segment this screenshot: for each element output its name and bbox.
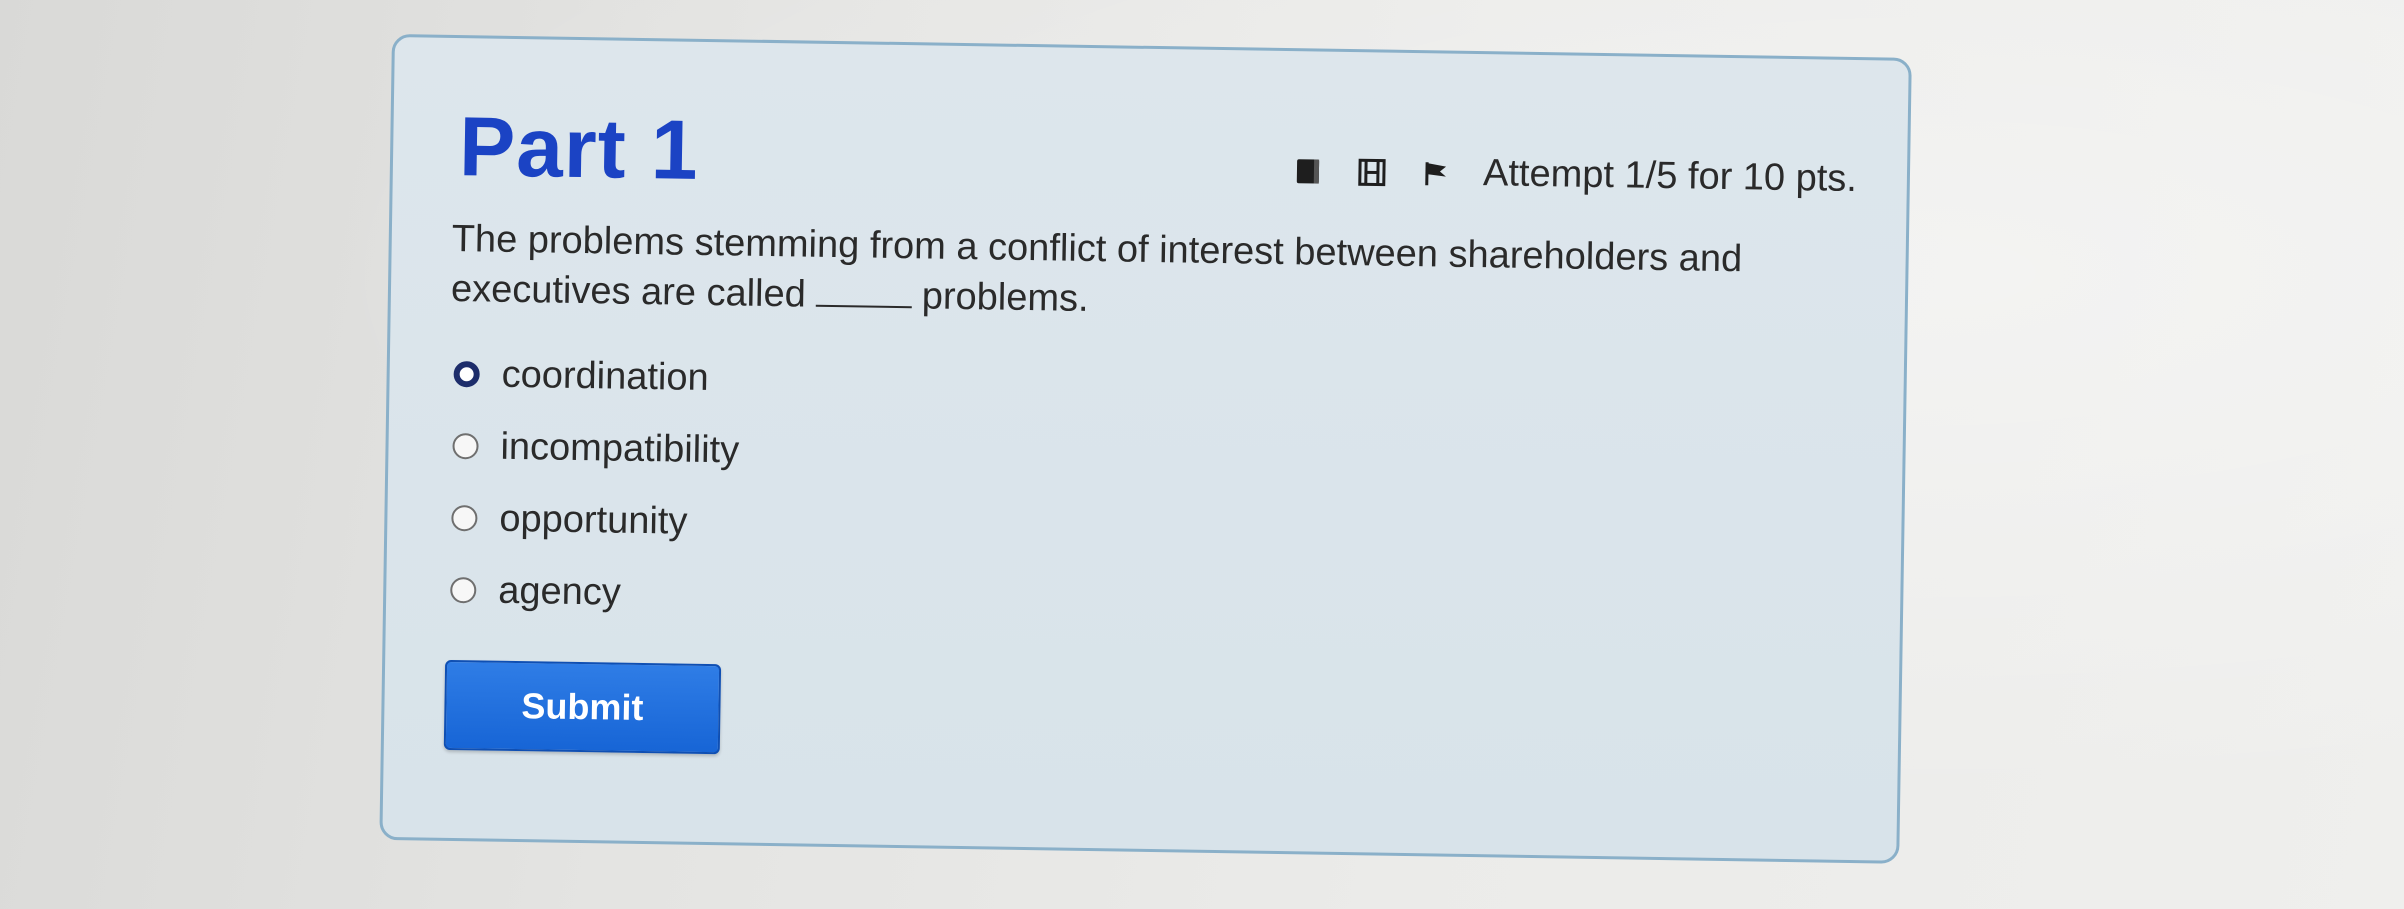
- option-label: opportunity: [499, 497, 688, 543]
- radio-button[interactable]: [453, 361, 480, 388]
- option-incompatibility[interactable]: incompatibility: [452, 410, 740, 486]
- option-label: coordination: [501, 353, 710, 399]
- answer-blank: [815, 274, 913, 309]
- radio-button[interactable]: [451, 504, 478, 532]
- flag-icon[interactable]: [1419, 156, 1454, 191]
- option-coordination[interactable]: coordination: [453, 338, 741, 414]
- attempt-counter: Attempt 1/5 for 10 pts.: [1482, 152, 1858, 201]
- radio-button[interactable]: [452, 433, 479, 460]
- film-icon[interactable]: [1355, 155, 1390, 190]
- option-label: incompatibility: [500, 425, 740, 472]
- question-card: Part 1 Attempt 1/5 for 10 pts. The probl…: [379, 34, 1912, 864]
- question-text: The problems stemming from a conflict of…: [451, 214, 1802, 335]
- radio-button[interactable]: [450, 576, 477, 604]
- part-title: Part 1: [458, 99, 700, 197]
- option-opportunity[interactable]: opportunity: [451, 482, 739, 558]
- option-agency[interactable]: agency: [450, 554, 738, 630]
- question-toolbar: Attempt 1/5 for 10 pts.: [1291, 149, 1857, 201]
- option-label: agency: [497, 569, 622, 614]
- question-text-after: problems.: [921, 275, 1089, 320]
- question-text-before: The problems stemming from a conflict of…: [450, 217, 1743, 316]
- answer-options: coordination incompatibility opportunity…: [450, 338, 741, 630]
- submit-button[interactable]: Submit: [443, 659, 722, 755]
- book-icon[interactable]: [1291, 154, 1326, 189]
